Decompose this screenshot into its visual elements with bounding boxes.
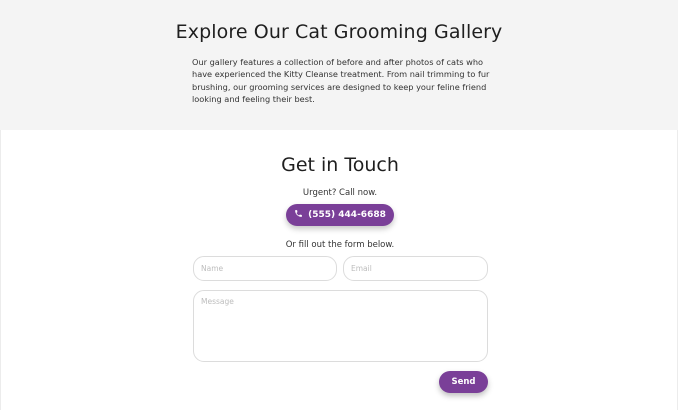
send-button[interactable]: Send — [439, 371, 488, 393]
call-button-label: (555) 444-6688 — [308, 210, 386, 220]
name-input[interactable] — [193, 256, 337, 281]
email-input[interactable] — [343, 256, 488, 281]
call-phone-button[interactable]: (555) 444-6688 — [286, 204, 394, 226]
send-button-label: Send — [451, 377, 476, 387]
contact-title: Get in Touch — [281, 154, 399, 176]
urgent-call-text: Urgent? Call now. — [302, 188, 378, 198]
gallery-section: Explore Our Cat Grooming Gallery Our gal… — [0, 0, 678, 130]
phone-icon — [294, 209, 303, 221]
gallery-description: Our gallery features a collection of bef… — [192, 57, 490, 105]
message-textarea[interactable] — [193, 290, 488, 362]
form-hint-text: Or fill out the form below. — [285, 240, 395, 250]
contact-section: Get in Touch Urgent? Call now. (555) 444… — [0, 130, 678, 410]
gallery-title: Explore Our Cat Grooming Gallery — [175, 21, 503, 43]
